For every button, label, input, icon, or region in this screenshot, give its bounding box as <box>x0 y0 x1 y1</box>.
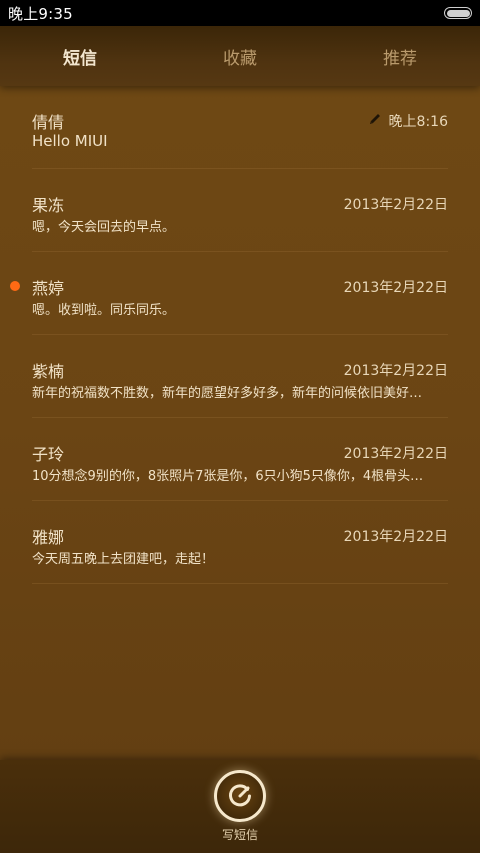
message-time: 晚上8:16 <box>388 114 448 130</box>
conversation-row[interactable]: 雅娜 今天周五晚上去团建吧，走起！ 2013年2月22日 <box>32 501 448 584</box>
conversation-row[interactable]: 倩倩 Hello MIUI 晚上8:16 <box>32 86 448 169</box>
message-date: 2013年2月22日 <box>343 446 448 462</box>
contact-name: 子玲 <box>32 445 65 464</box>
contact-name: 燕婷 <box>32 279 65 298</box>
compose-label: 写短信 <box>221 828 258 842</box>
conversation-list: 倩倩 Hello MIUI 晚上8:16 果冻 嗯，今天会回去的早点。 2013… <box>0 86 480 760</box>
conversation-row[interactable]: 果冻 嗯，今天会回去的早点。 2013年2月22日 <box>32 169 448 252</box>
message-preview: 10分想念9别的你，8张照片7张是你，6只小狗5只像你，4根骨头… <box>32 469 424 484</box>
contact-name: 果冻 <box>32 196 65 215</box>
tab-bar: 短信 收藏 推荐 <box>0 26 480 86</box>
bottom-bar: 写短信 <box>0 760 480 853</box>
tab-favorites[interactable]: 收藏 <box>160 44 320 69</box>
message-preview: Hello MIUI <box>32 132 108 150</box>
compose-circle <box>214 770 266 822</box>
message-preview: 新年的祝福数不胜数，新年的愿望好多好多，新年的问候依旧美好… <box>32 386 423 401</box>
compose-icon <box>229 784 251 807</box>
message-date: 2013年2月22日 <box>343 197 448 213</box>
message-preview: 嗯。收到啦。同乐同乐。 <box>32 303 176 318</box>
conversation-row[interactable]: 紫楠 新年的祝福数不胜数，新年的愿望好多好多，新年的问候依旧美好… 2013年2… <box>32 335 448 418</box>
status-bar: 晚上9:35 <box>0 0 480 26</box>
message-date: 2013年2月22日 <box>343 280 448 296</box>
message-preview: 今天周五晚上去团建吧，走起！ <box>32 552 215 567</box>
tab-messages[interactable]: 短信 <box>0 44 160 69</box>
unread-indicator <box>10 281 20 291</box>
pencil-icon <box>370 114 380 124</box>
message-date: 2013年2月22日 <box>343 529 448 545</box>
contact-name: 倩倩 <box>32 113 65 132</box>
battery-icon <box>444 7 472 19</box>
conversation-row[interactable]: 燕婷 嗯。收到啦。同乐同乐。 2013年2月22日 <box>10 252 448 335</box>
message-date: 2013年2月22日 <box>343 363 448 379</box>
conversation-row[interactable]: 子玲 10分想念9别的你，8张照片7张是你，6只小狗5只像你，4根骨头… 201… <box>32 418 448 501</box>
contact-name: 雅娜 <box>32 528 65 547</box>
tab-recommended[interactable]: 推荐 <box>320 44 480 69</box>
contact-name: 紫楠 <box>32 362 65 381</box>
compose-button[interactable]: 写短信 <box>212 768 268 848</box>
message-preview: 嗯，今天会回去的早点。 <box>32 220 176 235</box>
status-time: 晚上9:35 <box>8 4 73 23</box>
